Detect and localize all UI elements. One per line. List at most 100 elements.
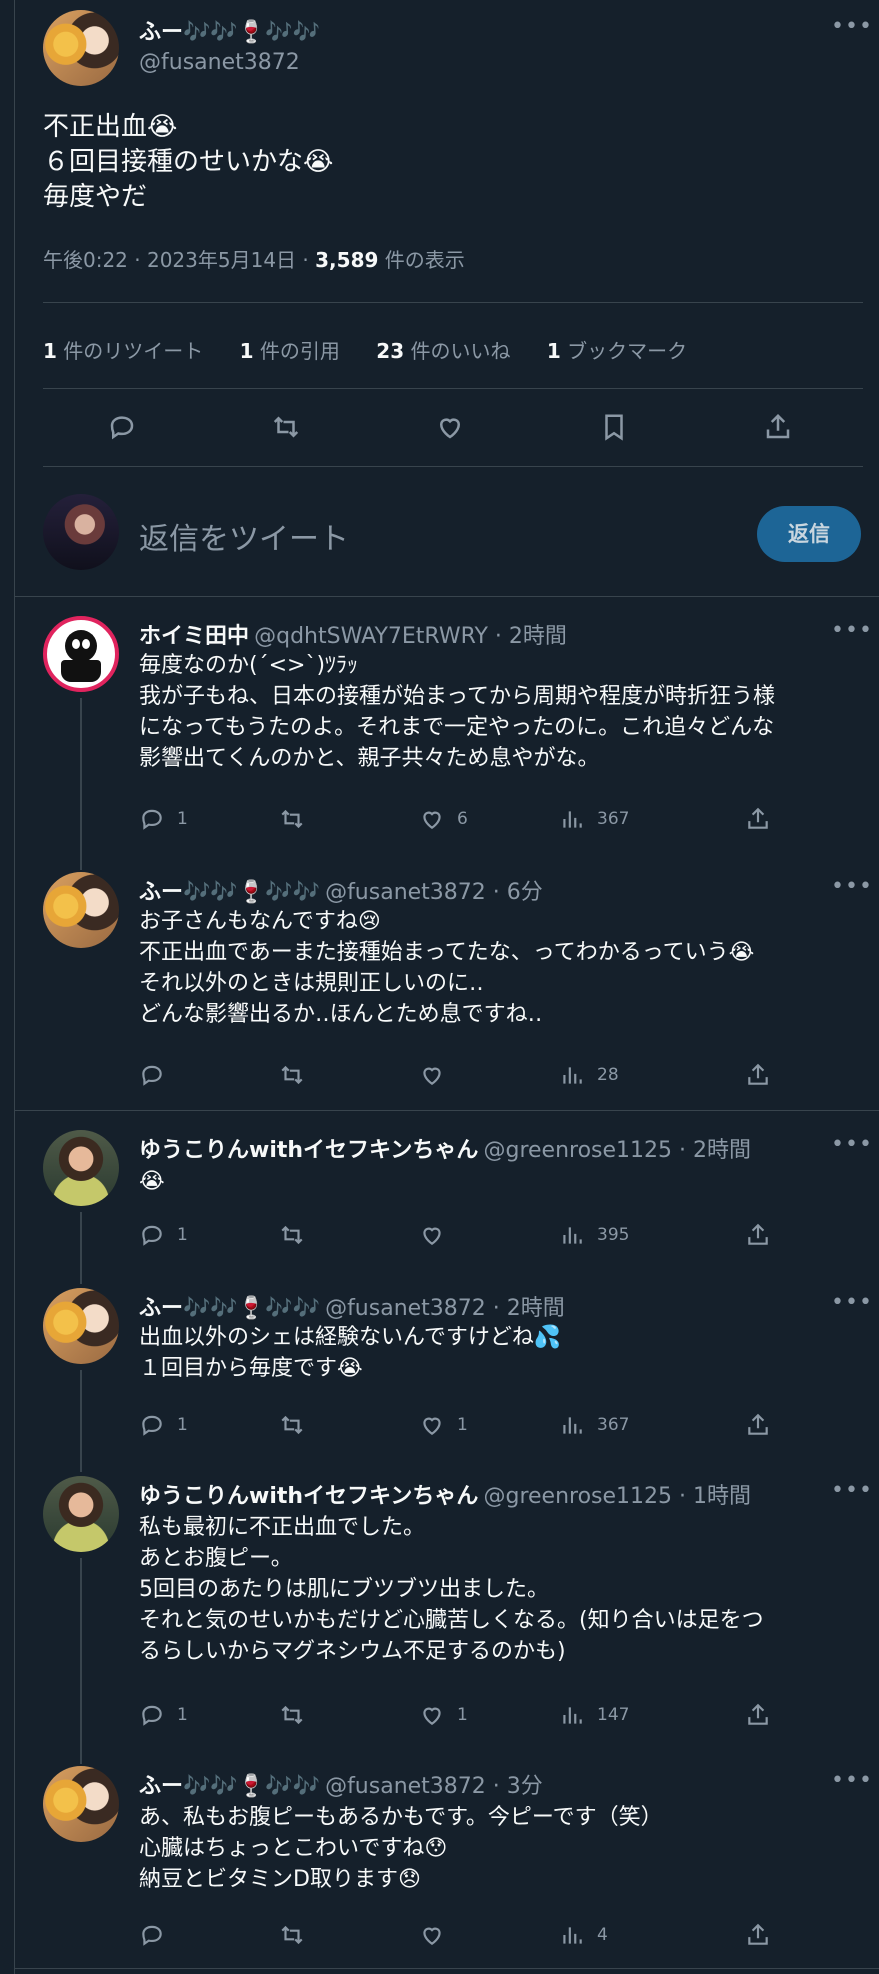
reply-action-bar: 1 1 367 [139, 1412, 779, 1440]
reply-button[interactable]: 返信 [757, 506, 861, 562]
my-avatar[interactable] [43, 494, 119, 570]
reply-header: ふー🎶🎶🍷🎶🎶 @fusanet3872 · 2時間 [139, 1290, 565, 1322]
views-icon[interactable]: 4 [559, 1922, 608, 1948]
avatar[interactable] [43, 1476, 119, 1552]
reply-icon[interactable] [107, 412, 137, 442]
share-icon[interactable] [745, 1702, 771, 1728]
divider [43, 388, 863, 389]
main-action-bar [15, 412, 879, 442]
author-handle[interactable]: @fusanet3872 [139, 50, 300, 75]
views-count: 3,589 [315, 248, 379, 272]
views-label: 件の表示 [378, 248, 465, 272]
avatar[interactable] [43, 1288, 119, 1364]
author-name[interactable]: ふー🎶🎶🍷🎶🎶 [139, 1774, 320, 1799]
reply-header: ホイミ田中 @qdhtSWAY7EtRWRY · 2時間 [139, 618, 567, 650]
reply-action-bar: 4 [139, 1922, 779, 1950]
tweet-stats: 1 件のリツイート 1 件の引用 23 件のいいね 1 ブックマーク [43, 335, 687, 364]
like-icon[interactable]: 1 [419, 1702, 468, 1728]
reply-action-bar: 28 [139, 1062, 779, 1090]
views-icon[interactable]: 28 [559, 1062, 619, 1088]
retweet-icon[interactable] [279, 1702, 317, 1728]
reply-icon[interactable] [139, 1922, 177, 1948]
reply-action-bar: 1 395 [139, 1222, 779, 1250]
more-options-icon[interactable]: ••• [831, 1290, 873, 1315]
author-handle[interactable]: @fusanet3872 · 6分 [325, 880, 543, 905]
retweet-icon[interactable] [279, 806, 317, 832]
retweet-icon[interactable] [279, 1412, 317, 1438]
timestamp[interactable]: 午後0:22 · 2023年5月14日 · [43, 248, 315, 272]
avatar[interactable] [43, 1766, 119, 1842]
reply-header: ふー🎶🎶🍷🎶🎶 @fusanet3872 · 6分 [139, 874, 543, 906]
reply-icon[interactable]: 1 [139, 1702, 188, 1728]
author-name[interactable]: ゆうこりんwithイセフキンちゃん [139, 1484, 478, 1509]
reply-text: お子さんもなんですね😢 不正出血であーまた接種始まってたな、ってわかるっていう😭… [139, 909, 755, 1027]
tweet-meta: 午後0:22 · 2023年5月14日 · 3,589 件の表示 [43, 244, 465, 273]
reply-action-bar: 1 6 367 [139, 806, 779, 834]
reply-input[interactable]: 返信をツイート [139, 514, 349, 558]
reply-icon[interactable]: 1 [139, 1222, 188, 1248]
retweet-icon[interactable] [271, 412, 301, 442]
stat-quotes[interactable]: 1 件の引用 [240, 339, 340, 363]
thread-line [80, 1370, 82, 1472]
retweet-icon[interactable] [279, 1062, 317, 1088]
author-name[interactable]: ゆうこりんwithイセフキンちゃん [139, 1138, 478, 1163]
like-icon[interactable] [419, 1222, 457, 1248]
tweet-text: 不正出血😭 ６回目接種のせいかな😭 毎度やだ [43, 112, 334, 212]
author-name[interactable]: ホイミ田中 [139, 624, 249, 649]
more-options-icon[interactable]: ••• [831, 14, 873, 39]
retweet-icon[interactable] [279, 1222, 317, 1248]
author-handle[interactable]: @qdhtSWAY7EtRWRY · 2時間 [254, 624, 567, 649]
reply-text: 毎度なのか(´<>`)ﾂﾗｯ 我が子もね、日本の接種が始まってから周期や程度が時… [139, 653, 776, 771]
stat-likes[interactable]: 23 件のいいね [376, 339, 510, 363]
share-icon[interactable] [745, 1222, 771, 1248]
author-name[interactable]: ふー🎶🎶🍷🎶🎶 [139, 880, 320, 905]
author-handle[interactable]: @fusanet3872 · 2時間 [325, 1296, 565, 1321]
reply-text: 私も最初に不正出血でした。 あとお腹ピー。 5回目のあたりは肌にブツブツ出ました… [139, 1515, 764, 1664]
bookmark-icon[interactable] [599, 412, 629, 442]
more-options-icon[interactable]: ••• [831, 1478, 873, 1503]
thread-line [80, 1212, 82, 1284]
views-icon[interactable]: 147 [559, 1702, 629, 1728]
share-icon[interactable] [745, 1922, 771, 1948]
author-name[interactable]: ふー🎶🎶🍷🎶🎶 [139, 1296, 320, 1321]
stat-retweets[interactable]: 1 件のリツイート [43, 339, 203, 363]
author-handle[interactable]: @greenrose1125 · 1時間 [483, 1484, 751, 1509]
reply-text: あ、私もお腹ピーもあるかもです。今ピーです（笑） 心臓はちょっとこわいですね😯 … [139, 1805, 663, 1892]
reply-icon[interactable]: 1 [139, 1412, 188, 1438]
share-icon[interactable] [763, 412, 793, 442]
reply-icon[interactable] [139, 1062, 177, 1088]
divider [43, 302, 863, 303]
more-options-icon[interactable]: ••• [831, 874, 873, 899]
divider [15, 1968, 879, 1969]
reply-icon[interactable]: 1 [139, 806, 188, 832]
views-icon[interactable]: 367 [559, 806, 629, 832]
share-icon[interactable] [745, 1062, 771, 1088]
more-options-icon[interactable]: ••• [831, 1132, 873, 1157]
share-icon[interactable] [745, 806, 771, 832]
avatar[interactable] [43, 872, 119, 948]
views-icon[interactable]: 367 [559, 1412, 629, 1438]
divider [15, 1110, 879, 1111]
author-handle[interactable]: @fusanet3872 · 3分 [325, 1774, 543, 1799]
like-icon[interactable]: 6 [419, 806, 468, 832]
more-options-icon[interactable]: ••• [831, 618, 873, 643]
views-icon[interactable]: 395 [559, 1222, 629, 1248]
like-icon[interactable] [419, 1922, 457, 1948]
thread-line [80, 698, 82, 870]
reply-text: 出血以外のシェは経験ないんですけどね💦 １回目から毎度です😭 [139, 1325, 562, 1381]
stat-bookmarks[interactable]: 1 ブックマーク [547, 339, 687, 363]
like-icon[interactable] [419, 1062, 457, 1088]
share-icon[interactable] [745, 1412, 771, 1438]
author-handle[interactable]: @greenrose1125 · 2時間 [483, 1138, 751, 1163]
avatar[interactable] [43, 1130, 119, 1206]
more-options-icon[interactable]: ••• [831, 1768, 873, 1793]
reply-header: ふー🎶🎶🍷🎶🎶 @fusanet3872 · 3分 [139, 1768, 543, 1800]
reply-text: 😭 [139, 1169, 165, 1194]
like-icon[interactable]: 1 [419, 1412, 468, 1438]
retweet-icon[interactable] [279, 1922, 317, 1948]
avatar[interactable] [43, 10, 119, 86]
like-icon[interactable] [435, 412, 465, 442]
avatar[interactable] [43, 616, 119, 692]
author-name[interactable]: ふー🎶🎶🍷🎶🎶 [139, 14, 320, 46]
reply-header: ゆうこりんwithイセフキンちゃん @greenrose1125 · 2時間 [139, 1132, 751, 1164]
